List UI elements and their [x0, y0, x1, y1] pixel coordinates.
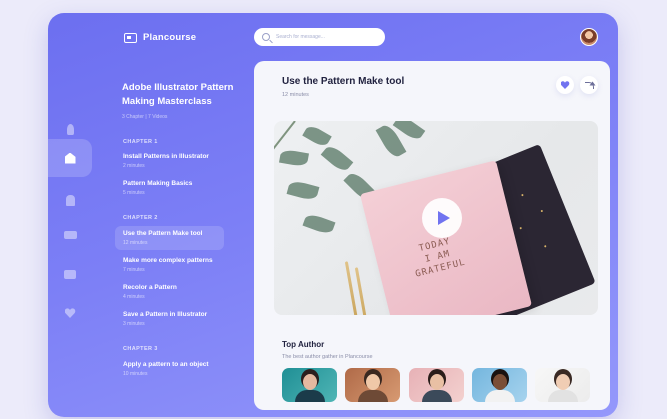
gold-dot	[521, 193, 524, 197]
leaf-image	[286, 179, 320, 202]
author-head	[555, 374, 570, 390]
lesson-title: Install Patterns in Illustrator	[123, 153, 209, 160]
video-title: Use the Pattern Make tool	[282, 76, 405, 87]
gold-dot	[519, 226, 523, 230]
video-player[interactable]: TODAY I AM GRATEFUL	[274, 121, 598, 315]
bill-icon	[63, 231, 77, 239]
chapter-label: CHAPTER 3	[123, 346, 158, 352]
leaf-image	[302, 123, 332, 149]
lesson-duration: 12 minutes	[123, 240, 148, 246]
search-input[interactable]	[276, 34, 376, 40]
author-head	[365, 374, 380, 390]
author-body	[484, 390, 515, 402]
author-head	[429, 374, 444, 390]
lesson-title: Apply a pattern to an object	[123, 361, 209, 368]
search-icon	[262, 33, 270, 41]
author-avatar[interactable]	[345, 368, 400, 402]
lesson-title: Save a Pattern in Illustrator	[123, 311, 208, 318]
lesson-item[interactable]: Save a Pattern in Illustrator 3 minutes	[115, 307, 224, 331]
author-body	[294, 390, 325, 402]
author-avatar[interactable]	[535, 368, 590, 402]
play-icon	[437, 211, 450, 225]
search-bar[interactable]	[254, 28, 385, 46]
author-body	[547, 390, 578, 402]
lesson-duration: 2 minutes	[123, 163, 145, 169]
author-avatar[interactable]	[282, 368, 337, 402]
lesson-item-active[interactable]: Use the Pattern Make tool 12 minutes	[115, 226, 224, 250]
brand-name: Plancourse	[143, 32, 197, 43]
sidebar-item-home[interactable]	[48, 139, 92, 177]
plant-stem	[274, 121, 296, 240]
author-body	[421, 390, 452, 402]
pen-image	[354, 267, 369, 315]
lesson-title: Make more complex patterns	[123, 257, 213, 264]
gold-dot	[540, 209, 544, 213]
course-meta: 3 Chapter | 7 Videos	[122, 114, 168, 120]
author-avatar[interactable]	[472, 368, 527, 402]
monitor-icon	[124, 32, 137, 43]
lesson-duration: 4 minutes	[123, 294, 145, 300]
heart-icon	[65, 308, 76, 318]
lesson-duration: 5 minutes	[123, 190, 145, 196]
heart-icon	[561, 81, 570, 89]
lesson-duration: 10 minutes	[123, 371, 148, 377]
share-icon	[584, 81, 594, 89]
top-author-subtitle: The best author gather in Plancourse	[282, 354, 373, 360]
building-icon	[65, 194, 75, 206]
chapter-label: CHAPTER 2	[123, 215, 158, 221]
home-icon	[64, 152, 76, 164]
rocket-icon	[66, 123, 74, 135]
lesson-title: Recolor a Pattern	[123, 284, 177, 291]
lesson-card: Use the Pattern Make tool 12 minutes TOD…	[254, 61, 610, 410]
leaf-image	[320, 143, 354, 174]
author-avatar[interactable]	[409, 368, 464, 402]
brand[interactable]: Plancourse	[124, 32, 196, 43]
gold-dot	[543, 244, 547, 248]
leaf-image	[302, 212, 336, 236]
leaf-image	[278, 148, 310, 168]
lesson-title: Pattern Making Basics	[123, 180, 193, 187]
course-title: Adobe Illustrator Pattern Making Masterc…	[122, 82, 234, 107]
lesson-title: Use the Pattern Make tool	[123, 230, 203, 237]
chat-icon	[64, 269, 76, 279]
lesson-item[interactable]: Recolor a Pattern 4 minutes	[115, 280, 224, 304]
app-frame: Plancourse Adobe Illustrator Pattern Mak…	[48, 13, 618, 417]
top-author-title: Top Author	[282, 340, 325, 349]
chapter-label: CHAPTER 1	[123, 139, 158, 145]
video-duration: 12 minutes	[282, 92, 309, 98]
lesson-duration: 7 minutes	[123, 267, 145, 273]
favorite-button[interactable]	[556, 76, 574, 94]
sidebar-item-chat[interactable]	[48, 255, 92, 293]
sidebar-item-favorites[interactable]	[48, 294, 92, 332]
lesson-item[interactable]: Install Patterns in Illustrator 2 minute…	[115, 149, 224, 173]
sidebar-item-bill[interactable]	[48, 216, 92, 254]
lesson-item[interactable]: Pattern Making Basics 5 minutes	[115, 176, 224, 200]
lesson-item[interactable]: Apply a pattern to an object 10 minutes	[115, 357, 224, 381]
author-body	[357, 390, 388, 402]
lesson-item[interactable]: Make more complex patterns 7 minutes	[115, 253, 224, 277]
lesson-duration: 3 minutes	[123, 321, 145, 327]
sidebar-item-building[interactable]	[48, 181, 92, 219]
play-button[interactable]	[422, 198, 462, 238]
author-head	[302, 374, 317, 390]
user-avatar[interactable]	[580, 28, 598, 46]
author-head	[492, 374, 507, 390]
share-button[interactable]	[580, 76, 598, 94]
